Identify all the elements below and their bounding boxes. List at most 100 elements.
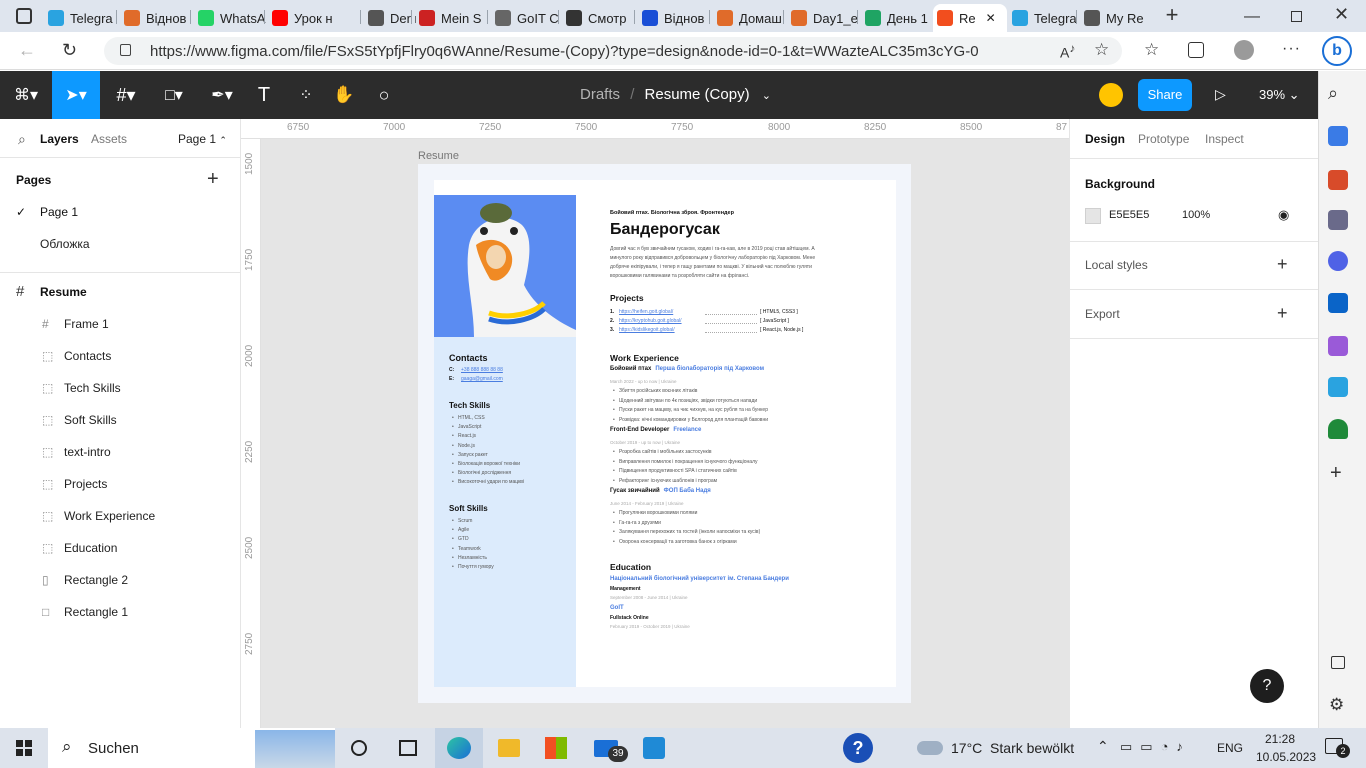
eye-icon[interactable]: ◉: [1278, 207, 1289, 223]
browser-tab[interactable]: Der ne: [364, 4, 416, 32]
page-item-1[interactable]: Page 1: [40, 205, 78, 219]
project-link[interactable]: https://kidslikegoit.global/: [619, 327, 675, 333]
tree-icon[interactable]: [1328, 419, 1348, 439]
resources-icon[interactable]: ⁘: [292, 71, 320, 119]
new-tab-button[interactable]: +: [1160, 4, 1184, 28]
tab-actions-icon[interactable]: [16, 8, 32, 24]
browser-tab[interactable]: Смотр: [562, 4, 638, 32]
weather-text[interactable]: 17°C Stark bewölkt: [951, 740, 1074, 756]
tray-chevron-icon[interactable]: ⌃: [1097, 738, 1109, 755]
layer-item[interactable]: ⬚ Tech Skills: [0, 372, 240, 404]
tab-design[interactable]: Design: [1085, 132, 1125, 146]
cortana-icon[interactable]: [351, 740, 367, 756]
job-org[interactable]: ФОП Баба Надя: [664, 488, 711, 494]
chevron-down-icon[interactable]: ⌄: [762, 90, 771, 102]
project-link[interactable]: https://heifen.goit.global/: [619, 309, 673, 315]
add-favorite-icon[interactable]: ☆: [1094, 40, 1109, 60]
layer-item[interactable]: ⬚ Education: [0, 532, 240, 564]
edu-org[interactable]: Національний біологічний університет ім.…: [610, 576, 789, 582]
project-link[interactable]: https://kryptohub.goit.global/: [619, 318, 682, 324]
pen-tool-icon[interactable]: ✒▾: [202, 71, 242, 119]
restore-button[interactable]: [1291, 11, 1302, 22]
more-icon[interactable]: ···: [1282, 40, 1301, 58]
layers-search-icon[interactable]: ⌕: [18, 131, 26, 148]
browser-tab[interactable]: GoIT C: [491, 4, 563, 32]
move-tool-icon[interactable]: ➤▾: [52, 71, 100, 119]
contact-value[interactable]: gaaga@gmail.com: [461, 376, 503, 382]
store-icon[interactable]: [545, 737, 567, 759]
frame-label[interactable]: Resume: [418, 150, 459, 162]
text-tool-icon[interactable]: T: [252, 71, 276, 119]
breadcrumb-drafts[interactable]: Drafts: [580, 86, 620, 103]
edu-org[interactable]: GoIT: [610, 605, 624, 611]
background-hex[interactable]: E5E5E5: [1109, 209, 1149, 221]
page-selector[interactable]: Page 1 ⌃: [178, 132, 227, 146]
vscode-icon[interactable]: [643, 737, 665, 759]
browser-tab[interactable]: Telegra: [44, 4, 118, 32]
reload-button[interactable]: ↻: [62, 40, 77, 61]
task-view-icon[interactable]: [399, 740, 417, 756]
send-icon[interactable]: [1328, 377, 1348, 397]
sidebar-toggle-icon[interactable]: [1331, 656, 1345, 669]
browser-tab[interactable]: День 1: [861, 4, 933, 32]
add-export-icon[interactable]: +: [1277, 303, 1288, 324]
comment-icon[interactable]: ○: [372, 71, 396, 119]
collections-icon[interactable]: [1188, 42, 1204, 58]
browser-tab[interactable]: Віднов: [120, 4, 194, 32]
layer-item[interactable]: ▯ Rectangle 2: [0, 564, 240, 596]
add-page-icon[interactable]: +: [207, 168, 219, 191]
user-avatar[interactable]: [1099, 83, 1123, 107]
browser-tab[interactable]: Day1_e: [787, 4, 861, 32]
tools-icon[interactable]: [1328, 170, 1348, 190]
browser-tab[interactable]: WhatsA: [194, 4, 268, 32]
url-text[interactable]: https://www.figma.com/file/FSxS5tYpfjFlr…: [150, 43, 979, 60]
contact-value[interactable]: +38 888 888 88 88: [461, 367, 503, 373]
browser-tab[interactable]: Telegra: [1008, 4, 1080, 32]
outlook-icon[interactable]: [1328, 293, 1348, 313]
job-org[interactable]: Freelance: [673, 427, 701, 433]
frame-tool-icon[interactable]: #▾: [108, 71, 144, 119]
office-icon[interactable]: [1328, 251, 1348, 271]
minimize-button[interactable]: —: [1244, 8, 1260, 25]
favorites-icon[interactable]: ☆: [1144, 40, 1159, 60]
page-item-2[interactable]: Обложка: [40, 237, 90, 251]
frame-layer-resume[interactable]: Resume: [40, 285, 87, 299]
tab-prototype[interactable]: Prototype: [1138, 132, 1189, 146]
browser-tab[interactable]: Re ✕: [933, 4, 1007, 32]
shape-tool-icon[interactable]: □▾: [156, 71, 192, 119]
back-button[interactable]: ←: [18, 40, 36, 61]
layer-item[interactable]: ⬚ Work Experience: [0, 500, 240, 532]
hand-tool-icon[interactable]: ✋: [332, 71, 356, 119]
add-style-icon[interactable]: +: [1277, 254, 1288, 275]
tab-assets[interactable]: Assets: [91, 132, 127, 146]
tab-layers[interactable]: Layers: [40, 132, 79, 146]
shopping-icon[interactable]: [1328, 126, 1348, 146]
browser-tab[interactable]: Віднов: [638, 4, 714, 32]
close-tab-icon[interactable]: ✕: [986, 11, 996, 25]
help-taskbar-icon[interactable]: ?: [843, 733, 873, 763]
add-sidebar-icon[interactable]: +: [1330, 462, 1342, 485]
clock-time[interactable]: 21:28: [1265, 732, 1295, 746]
file-name[interactable]: Resume (Copy): [645, 86, 750, 103]
browser-tab[interactable]: Урок н: [268, 4, 362, 32]
windows-start-icon[interactable]: [16, 740, 32, 756]
present-icon[interactable]: ▷: [1215, 86, 1226, 103]
read-aloud-icon[interactable]: A♪: [1060, 42, 1075, 61]
close-window-button[interactable]: ✕: [1334, 4, 1349, 25]
job-org[interactable]: Перша біолабораторія під Харковом: [655, 366, 764, 372]
clock-date[interactable]: 10.05.2023: [1256, 750, 1316, 764]
share-button[interactable]: Share: [1138, 79, 1192, 111]
bing-icon[interactable]: b: [1322, 36, 1352, 66]
layer-item[interactable]: # Frame 1: [0, 308, 240, 340]
search-icon[interactable]: ⌕: [1328, 83, 1338, 104]
designer-icon[interactable]: [1328, 336, 1348, 356]
background-opacity[interactable]: 100%: [1182, 209, 1210, 221]
settings-icon[interactable]: ⚙: [1329, 695, 1344, 715]
browser-tab[interactable]: Mein S: [415, 4, 491, 32]
language-indicator[interactable]: ENG: [1217, 741, 1243, 755]
tray-icons[interactable]: ▭▭◔♪: [1120, 739, 1191, 755]
file-explorer-icon[interactable]: [498, 739, 520, 757]
profile-avatar[interactable]: [1234, 40, 1254, 60]
browser-tab[interactable]: My Re: [1080, 4, 1154, 32]
main-menu-icon[interactable]: ⌘▾: [8, 71, 44, 119]
